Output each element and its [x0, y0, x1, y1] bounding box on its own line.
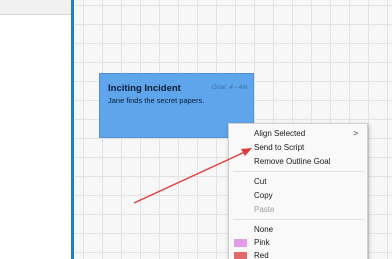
- pink-swatch-icon: [234, 239, 247, 247]
- menu-item-label: Pink: [254, 238, 270, 247]
- menu-item-color-pink[interactable]: Pink: [229, 236, 369, 250]
- context-menu: Align Selected > Send to Script Remove O…: [228, 123, 368, 259]
- menu-item-paste: Paste: [229, 203, 369, 217]
- menu-item-label: Paste: [254, 205, 275, 214]
- menu-item-label: Cut: [254, 177, 267, 186]
- menu-item-color-none[interactable]: None: [229, 223, 369, 237]
- menu-item-remove-outline-goal[interactable]: Remove Outline Goal: [229, 155, 369, 169]
- submenu-arrow-icon: >: [353, 129, 358, 138]
- menu-item-label: Red: [254, 251, 269, 259]
- outline-panel-header: [0, 0, 71, 15]
- menu-separator: [233, 171, 365, 172]
- card-title: Inciting Incident: [108, 83, 181, 94]
- menu-item-send-to-script[interactable]: Send to Script: [229, 141, 369, 155]
- menu-item-label: Remove Outline Goal: [254, 157, 331, 166]
- red-swatch-icon: [234, 252, 247, 259]
- outline-panel: [0, 0, 71, 259]
- menu-item-label: Align Selected: [254, 129, 306, 138]
- menu-item-copy[interactable]: Copy: [229, 189, 369, 203]
- menu-separator: [233, 219, 365, 220]
- card-description: Jane finds the secret papers.: [108, 96, 205, 105]
- menu-item-align-selected[interactable]: Align Selected >: [229, 127, 369, 141]
- menu-item-label: Send to Script: [254, 143, 305, 152]
- menu-item-color-red[interactable]: Red: [229, 249, 369, 259]
- menu-item-label: Copy: [254, 191, 273, 200]
- card-goal-label: Goal: 4 - 4%: [211, 84, 248, 91]
- menu-item-cut[interactable]: Cut: [229, 175, 369, 189]
- menu-item-label: None: [254, 225, 274, 234]
